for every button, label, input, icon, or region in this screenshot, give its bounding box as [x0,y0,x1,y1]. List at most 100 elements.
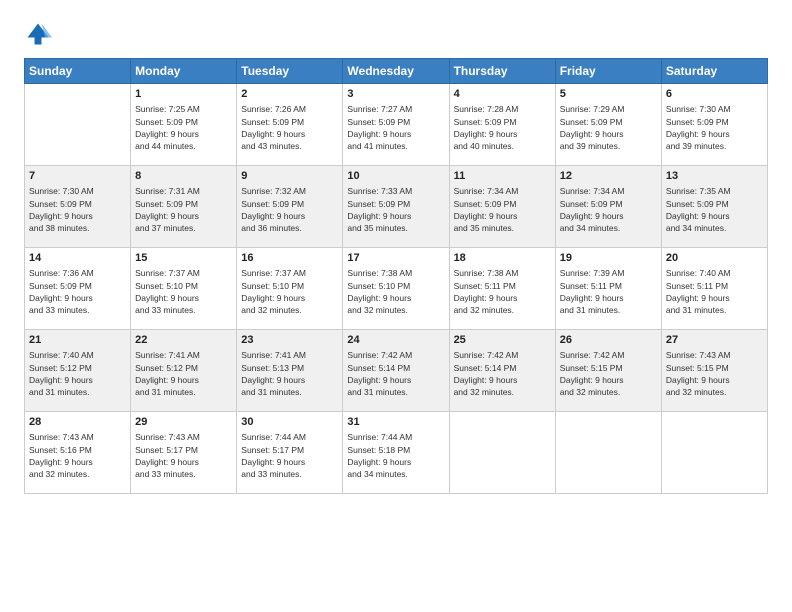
day-number: 2 [241,87,338,102]
calendar-cell: 20Sunrise: 7:40 AM Sunset: 5:11 PM Dayli… [661,248,767,330]
weekday-header: Sunday [25,59,131,84]
day-info: Sunrise: 7:44 AM Sunset: 5:17 PM Dayligh… [241,431,338,480]
weekday-header: Friday [555,59,661,84]
calendar-week-row: 1Sunrise: 7:25 AM Sunset: 5:09 PM Daylig… [25,84,768,166]
day-number: 20 [666,251,763,266]
calendar-cell [555,412,661,494]
calendar-cell: 6Sunrise: 7:30 AM Sunset: 5:09 PM Daylig… [661,84,767,166]
calendar-cell: 13Sunrise: 7:35 AM Sunset: 5:09 PM Dayli… [661,166,767,248]
day-number: 25 [454,333,551,348]
day-number: 12 [560,169,657,184]
day-info: Sunrise: 7:39 AM Sunset: 5:11 PM Dayligh… [560,267,657,316]
day-info: Sunrise: 7:33 AM Sunset: 5:09 PM Dayligh… [347,185,444,234]
day-info: Sunrise: 7:38 AM Sunset: 5:11 PM Dayligh… [454,267,551,316]
calendar-cell: 31Sunrise: 7:44 AM Sunset: 5:18 PM Dayli… [343,412,449,494]
day-info: Sunrise: 7:28 AM Sunset: 5:09 PM Dayligh… [454,103,551,152]
day-info: Sunrise: 7:32 AM Sunset: 5:09 PM Dayligh… [241,185,338,234]
day-number: 22 [135,333,232,348]
calendar-cell: 29Sunrise: 7:43 AM Sunset: 5:17 PM Dayli… [131,412,237,494]
day-number: 5 [560,87,657,102]
day-info: Sunrise: 7:40 AM Sunset: 5:12 PM Dayligh… [29,349,126,398]
calendar-cell [449,412,555,494]
day-number: 4 [454,87,551,102]
weekday-row: SundayMondayTuesdayWednesdayThursdayFrid… [25,59,768,84]
day-info: Sunrise: 7:43 AM Sunset: 5:17 PM Dayligh… [135,431,232,480]
day-number: 11 [454,169,551,184]
weekday-header: Thursday [449,59,555,84]
day-info: Sunrise: 7:37 AM Sunset: 5:10 PM Dayligh… [135,267,232,316]
day-info: Sunrise: 7:38 AM Sunset: 5:10 PM Dayligh… [347,267,444,316]
day-info: Sunrise: 7:37 AM Sunset: 5:10 PM Dayligh… [241,267,338,316]
day-number: 10 [347,169,444,184]
day-number: 9 [241,169,338,184]
day-info: Sunrise: 7:42 AM Sunset: 5:15 PM Dayligh… [560,349,657,398]
day-info: Sunrise: 7:31 AM Sunset: 5:09 PM Dayligh… [135,185,232,234]
page: SundayMondayTuesdayWednesdayThursdayFrid… [0,0,792,612]
calendar-cell: 12Sunrise: 7:34 AM Sunset: 5:09 PM Dayli… [555,166,661,248]
day-number: 15 [135,251,232,266]
day-info: Sunrise: 7:25 AM Sunset: 5:09 PM Dayligh… [135,103,232,152]
calendar-cell: 30Sunrise: 7:44 AM Sunset: 5:17 PM Dayli… [237,412,343,494]
day-info: Sunrise: 7:27 AM Sunset: 5:09 PM Dayligh… [347,103,444,152]
day-number: 23 [241,333,338,348]
calendar-cell: 18Sunrise: 7:38 AM Sunset: 5:11 PM Dayli… [449,248,555,330]
calendar-cell: 21Sunrise: 7:40 AM Sunset: 5:12 PM Dayli… [25,330,131,412]
calendar-cell: 16Sunrise: 7:37 AM Sunset: 5:10 PM Dayli… [237,248,343,330]
calendar-cell: 2Sunrise: 7:26 AM Sunset: 5:09 PM Daylig… [237,84,343,166]
header [24,20,768,48]
day-number: 14 [29,251,126,266]
day-number: 3 [347,87,444,102]
day-info: Sunrise: 7:34 AM Sunset: 5:09 PM Dayligh… [454,185,551,234]
calendar-cell: 22Sunrise: 7:41 AM Sunset: 5:12 PM Dayli… [131,330,237,412]
logo-icon [24,20,52,48]
weekday-header: Monday [131,59,237,84]
day-number: 13 [666,169,763,184]
calendar-cell: 10Sunrise: 7:33 AM Sunset: 5:09 PM Dayli… [343,166,449,248]
calendar-cell: 25Sunrise: 7:42 AM Sunset: 5:14 PM Dayli… [449,330,555,412]
calendar-cell: 23Sunrise: 7:41 AM Sunset: 5:13 PM Dayli… [237,330,343,412]
calendar-header: SundayMondayTuesdayWednesdayThursdayFrid… [25,59,768,84]
day-info: Sunrise: 7:44 AM Sunset: 5:18 PM Dayligh… [347,431,444,480]
day-number: 16 [241,251,338,266]
day-number: 30 [241,415,338,430]
day-info: Sunrise: 7:42 AM Sunset: 5:14 PM Dayligh… [347,349,444,398]
day-number: 21 [29,333,126,348]
day-number: 27 [666,333,763,348]
day-info: Sunrise: 7:34 AM Sunset: 5:09 PM Dayligh… [560,185,657,234]
calendar-cell: 8Sunrise: 7:31 AM Sunset: 5:09 PM Daylig… [131,166,237,248]
day-info: Sunrise: 7:42 AM Sunset: 5:14 PM Dayligh… [454,349,551,398]
day-info: Sunrise: 7:41 AM Sunset: 5:13 PM Dayligh… [241,349,338,398]
calendar-cell: 11Sunrise: 7:34 AM Sunset: 5:09 PM Dayli… [449,166,555,248]
day-info: Sunrise: 7:43 AM Sunset: 5:15 PM Dayligh… [666,349,763,398]
calendar-cell: 9Sunrise: 7:32 AM Sunset: 5:09 PM Daylig… [237,166,343,248]
day-number: 1 [135,87,232,102]
day-number: 28 [29,415,126,430]
calendar-cell: 4Sunrise: 7:28 AM Sunset: 5:09 PM Daylig… [449,84,555,166]
day-info: Sunrise: 7:40 AM Sunset: 5:11 PM Dayligh… [666,267,763,316]
day-number: 26 [560,333,657,348]
calendar-cell: 27Sunrise: 7:43 AM Sunset: 5:15 PM Dayli… [661,330,767,412]
day-info: Sunrise: 7:29 AM Sunset: 5:09 PM Dayligh… [560,103,657,152]
calendar-cell: 28Sunrise: 7:43 AM Sunset: 5:16 PM Dayli… [25,412,131,494]
calendar-cell [25,84,131,166]
weekday-header: Tuesday [237,59,343,84]
day-number: 18 [454,251,551,266]
calendar-cell: 14Sunrise: 7:36 AM Sunset: 5:09 PM Dayli… [25,248,131,330]
calendar-week-row: 21Sunrise: 7:40 AM Sunset: 5:12 PM Dayli… [25,330,768,412]
calendar-week-row: 14Sunrise: 7:36 AM Sunset: 5:09 PM Dayli… [25,248,768,330]
calendar-week-row: 7Sunrise: 7:30 AM Sunset: 5:09 PM Daylig… [25,166,768,248]
day-number: 6 [666,87,763,102]
day-number: 7 [29,169,126,184]
day-info: Sunrise: 7:36 AM Sunset: 5:09 PM Dayligh… [29,267,126,316]
day-number: 19 [560,251,657,266]
day-info: Sunrise: 7:43 AM Sunset: 5:16 PM Dayligh… [29,431,126,480]
day-info: Sunrise: 7:35 AM Sunset: 5:09 PM Dayligh… [666,185,763,234]
day-number: 17 [347,251,444,266]
calendar-cell [661,412,767,494]
day-info: Sunrise: 7:30 AM Sunset: 5:09 PM Dayligh… [666,103,763,152]
weekday-header: Saturday [661,59,767,84]
calendar-cell: 26Sunrise: 7:42 AM Sunset: 5:15 PM Dayli… [555,330,661,412]
day-number: 24 [347,333,444,348]
calendar-cell: 17Sunrise: 7:38 AM Sunset: 5:10 PM Dayli… [343,248,449,330]
calendar-cell: 19Sunrise: 7:39 AM Sunset: 5:11 PM Dayli… [555,248,661,330]
